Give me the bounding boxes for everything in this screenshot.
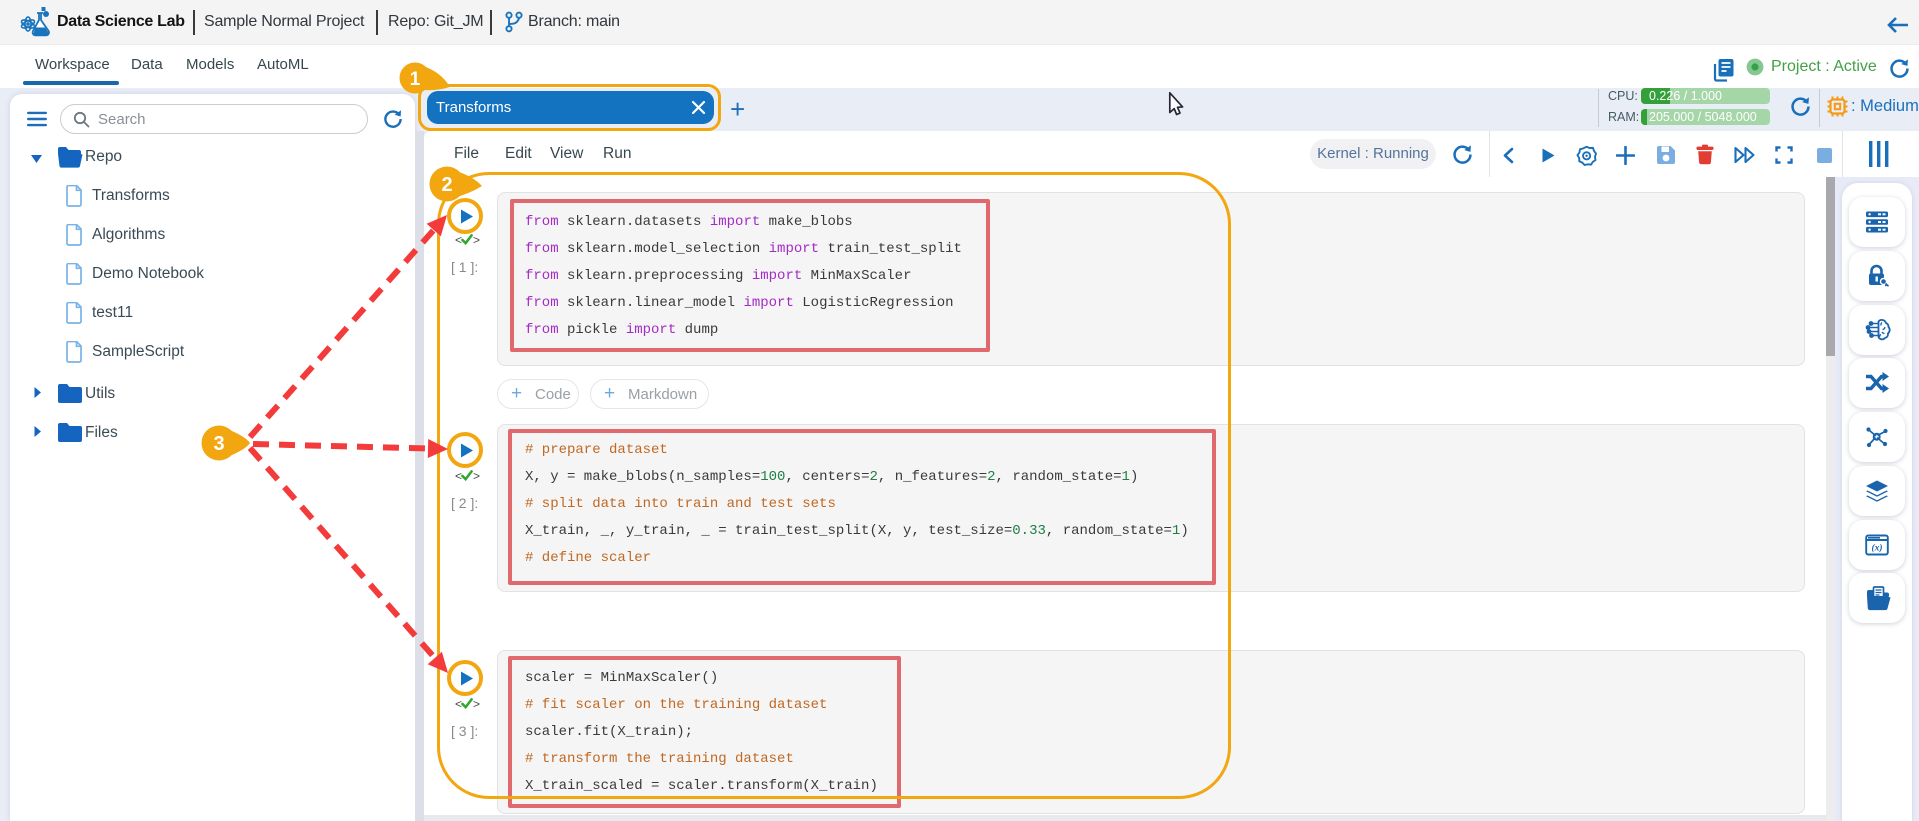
svg-text:(x): (x) bbox=[1871, 543, 1882, 554]
